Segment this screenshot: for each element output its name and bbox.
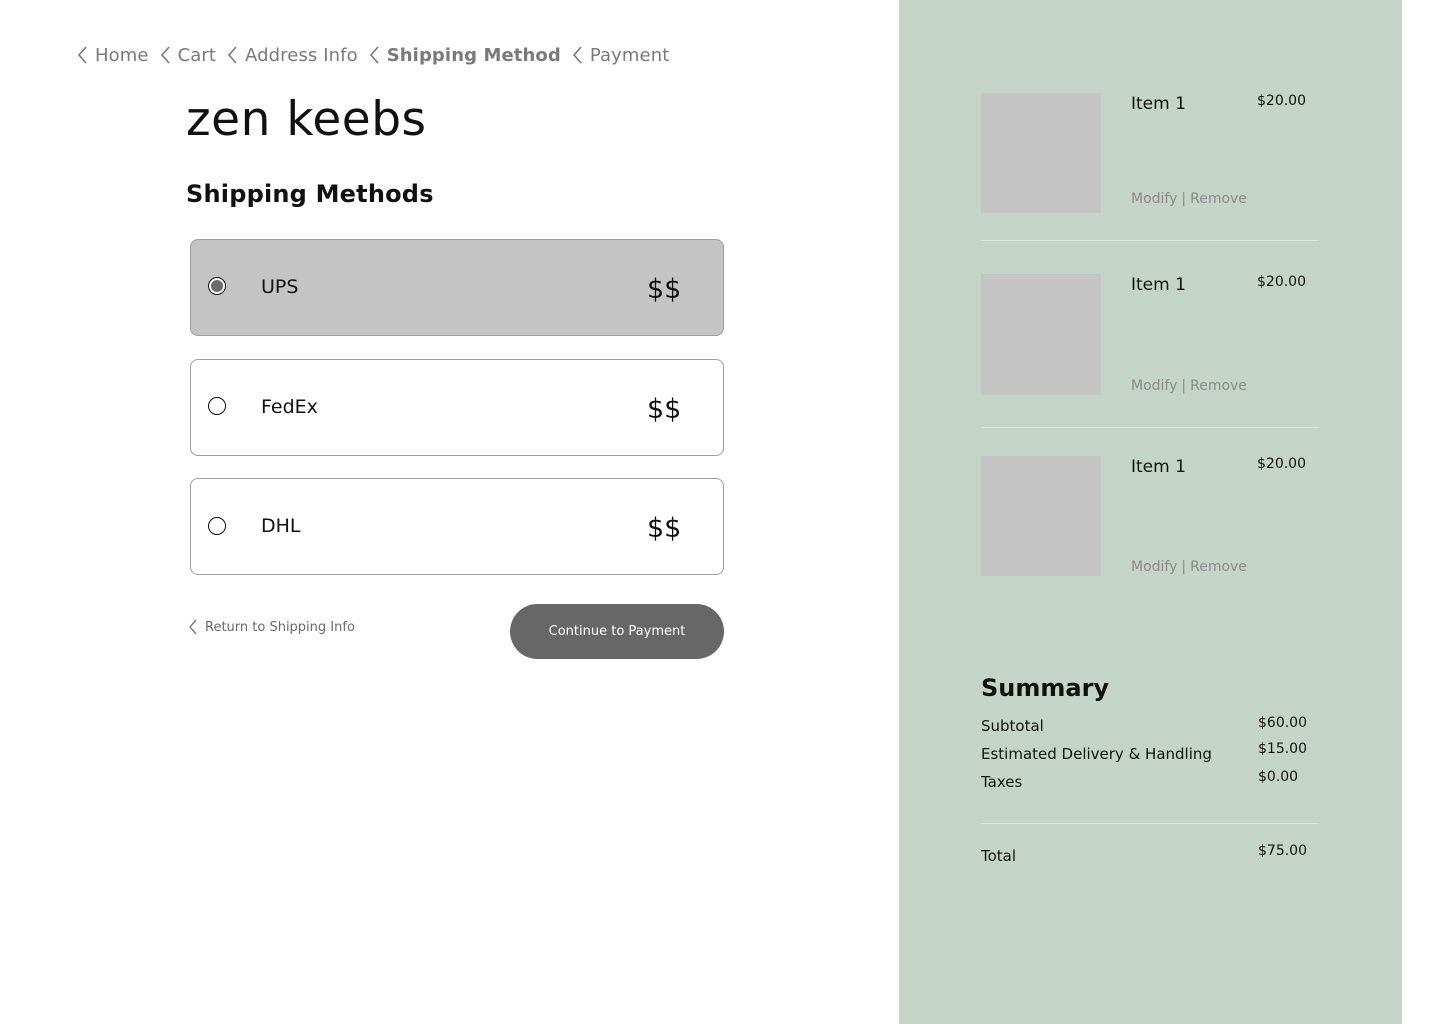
breadcrumb-label: Cart [177, 44, 217, 66]
item-name: Item 1 [1131, 275, 1186, 295]
chevron-left-icon [226, 45, 238, 65]
summary-value: $75.00 [1258, 843, 1307, 859]
carrier-price: $$ [647, 394, 682, 425]
summary-row-taxes: Taxes $0.00 [981, 769, 1321, 793]
continue-to-payment-button[interactable]: Continue to Payment [510, 604, 724, 659]
item-image-placeholder [981, 456, 1101, 576]
carrier-price: $$ [647, 513, 682, 544]
carrier-name: DHL [261, 515, 301, 537]
divider [981, 427, 1319, 428]
radio-button[interactable] [208, 517, 226, 535]
modify-link[interactable]: Modify [1131, 191, 1177, 207]
item-image-placeholder [981, 274, 1101, 395]
summary-title: Summary [981, 674, 1110, 702]
summary-label: Subtotal [981, 717, 1044, 735]
item-actions: Modify | Remove [1131, 559, 1247, 575]
breadcrumb: Home Cart Address Info Shipping Method P… [76, 42, 679, 68]
item-price: $20.00 [1257, 274, 1306, 290]
divider [981, 240, 1319, 241]
item-actions: Modify | Remove [1131, 378, 1247, 394]
carrier-price: $$ [647, 274, 682, 305]
modify-link[interactable]: Modify [1131, 559, 1177, 575]
item-actions: Modify | Remove [1131, 191, 1247, 207]
remove-link[interactable]: Remove [1190, 378, 1247, 394]
breadcrumb-home[interactable]: Home [76, 45, 149, 66]
order-summary-panel: Item 1 $20.00 Modify | Remove Item 1 $20… [899, 0, 1402, 1024]
summary-label: Taxes [981, 773, 1023, 791]
chevron-left-icon [159, 45, 171, 65]
shipping-option-ups[interactable]: UPS $$ [190, 239, 724, 336]
summary-value: $60.00 [1258, 715, 1307, 731]
chevron-left-icon [571, 45, 583, 65]
return-link-label: Return to Shipping Info [205, 619, 355, 635]
summary-row-total: Total $75.00 [981, 843, 1321, 867]
item-image-placeholder [981, 93, 1101, 213]
summary-label: Estimated Delivery & Handling [981, 745, 1212, 763]
breadcrumb-payment[interactable]: Payment [571, 45, 670, 66]
breadcrumb-label: Payment [589, 44, 670, 66]
radio-button[interactable] [208, 397, 226, 415]
page-title: Shipping Methods [186, 180, 434, 208]
breadcrumb-label: Shipping Method [386, 44, 561, 66]
summary-row-delivery: Estimated Delivery & Handling $15.00 [981, 741, 1321, 765]
separator: | [1181, 378, 1187, 394]
radio-button[interactable] [208, 277, 226, 295]
shipping-option-fedex[interactable]: FedEx $$ [190, 359, 724, 456]
item-name: Item 1 [1131, 457, 1186, 477]
carrier-name: UPS [261, 276, 299, 298]
carrier-name: FedEx [261, 396, 318, 418]
brand-logo-text: zen keebs [186, 92, 427, 147]
breadcrumb-label: Address Info [245, 44, 358, 66]
summary-value: $15.00 [1258, 741, 1307, 757]
remove-link[interactable]: Remove [1190, 191, 1247, 207]
item-name: Item 1 [1131, 94, 1186, 114]
item-price: $20.00 [1257, 456, 1306, 472]
breadcrumb-label: Home [95, 44, 149, 66]
chevron-left-icon [76, 45, 88, 65]
item-price: $20.00 [1257, 93, 1306, 109]
breadcrumb-address-info[interactable]: Address Info [226, 45, 358, 66]
breadcrumb-shipping-method[interactable]: Shipping Method [368, 45, 561, 66]
remove-link[interactable]: Remove [1190, 559, 1247, 575]
shipping-option-dhl[interactable]: DHL $$ [190, 478, 724, 575]
separator: | [1181, 191, 1187, 207]
separator: | [1181, 559, 1187, 575]
breadcrumb-cart[interactable]: Cart [159, 45, 216, 66]
chevron-left-icon [188, 618, 198, 636]
summary-value: $0.00 [1258, 769, 1299, 785]
modify-link[interactable]: Modify [1131, 378, 1177, 394]
divider [981, 823, 1319, 824]
summary-row-subtotal: Subtotal $60.00 [981, 715, 1321, 737]
chevron-left-icon [368, 45, 380, 65]
summary-label: Total [981, 847, 1017, 865]
return-to-shipping-info-link[interactable]: Return to Shipping Info [188, 618, 355, 636]
